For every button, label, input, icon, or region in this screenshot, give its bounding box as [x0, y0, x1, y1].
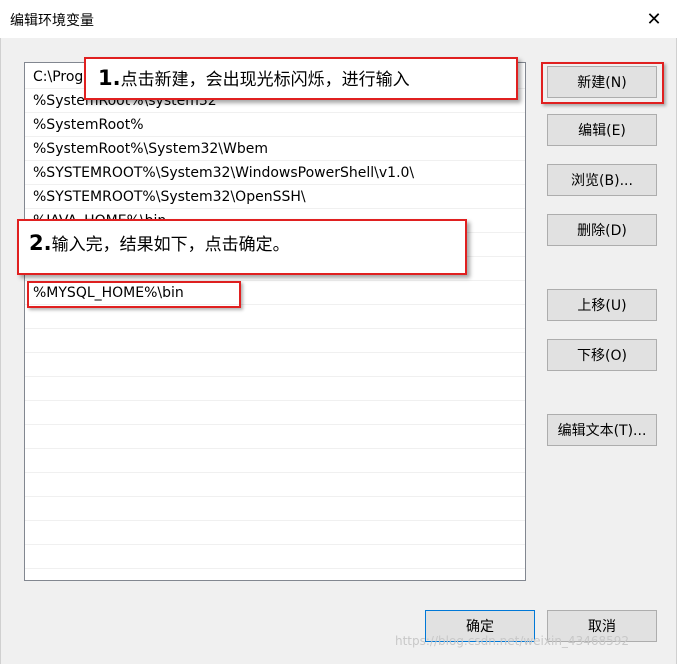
list-item[interactable] — [25, 377, 525, 401]
mysql-entry-highlight — [27, 281, 241, 308]
annotation-step1-number: 1. — [98, 66, 121, 90]
close-icon[interactable]: ✕ — [631, 0, 677, 38]
browse-button[interactable]: 浏览(B)... — [547, 164, 657, 196]
list-item[interactable]: %SystemRoot% — [25, 113, 525, 137]
list-item[interactable] — [25, 353, 525, 377]
move-up-button[interactable]: 上移(U) — [547, 289, 657, 321]
annotation-step1-text: 1.点击新建，会出现光标闪烁，进行输入 — [98, 67, 410, 91]
list-item[interactable] — [25, 473, 525, 497]
annotation-step2-number: 2. — [29, 231, 52, 255]
annotation-step2-text: 2.输入完，结果如下，点击确定。 — [29, 232, 290, 256]
path-list[interactable]: C:\Prog %SystemRoot%\system32 %SystemRoo… — [24, 62, 526, 581]
list-item[interactable]: %SYSTEMROOT%\System32\OpenSSH\ — [25, 185, 525, 209]
annotation-step2-body: 输入完，结果如下，点击确定。 — [51, 235, 290, 255]
annotation-step2: 2.输入完，结果如下，点击确定。 — [17, 219, 467, 275]
list-item-text: %SystemRoot%\System32\Wbem — [33, 141, 268, 157]
list-item-text: %SYSTEMROOT%\System32\OpenSSH\ — [33, 189, 306, 205]
edit-text-button[interactable]: 编辑文本(T)... — [547, 414, 657, 446]
annotation-step1-body: 点击新建，会出现光标闪烁，进行输入 — [120, 70, 410, 90]
list-item-text: %SystemRoot% — [33, 117, 144, 133]
list-item[interactable] — [25, 521, 525, 545]
delete-button[interactable]: 删除(D) — [547, 214, 657, 246]
watermark: https://blog.csdn.net/weixin_43468592 — [395, 634, 630, 648]
list-item[interactable] — [25, 497, 525, 521]
list-item[interactable]: %SystemRoot%\System32\Wbem — [25, 137, 525, 161]
list-item[interactable] — [25, 449, 525, 473]
list-item-text: C:\Prog — [33, 69, 84, 85]
new-button-highlight — [541, 62, 664, 104]
move-down-button[interactable]: 下移(O) — [547, 339, 657, 371]
list-item[interactable] — [25, 305, 525, 329]
list-item[interactable] — [25, 329, 525, 353]
title-bar: 编辑环境变量 ✕ — [0, 0, 677, 38]
list-item-text: %SYSTEMROOT%\System32\WindowsPowerShell\… — [33, 165, 415, 181]
annotation-step1: 1.点击新建，会出现光标闪烁，进行输入 — [84, 57, 518, 100]
list-item[interactable] — [25, 425, 525, 449]
list-item[interactable] — [25, 545, 525, 569]
edit-button[interactable]: 编辑(E) — [547, 114, 657, 146]
list-item[interactable] — [25, 401, 525, 425]
list-item[interactable]: %SYSTEMROOT%\System32\WindowsPowerShell\… — [25, 161, 525, 185]
window-title: 编辑环境变量 — [10, 13, 94, 29]
window-border-left — [0, 38, 1, 664]
